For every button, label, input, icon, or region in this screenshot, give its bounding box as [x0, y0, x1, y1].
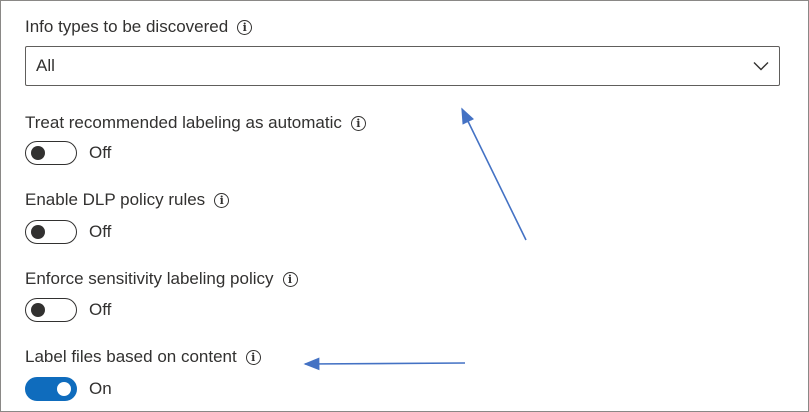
toggle-knob: [57, 382, 71, 396]
info-types-selected-value: All: [36, 56, 55, 75]
chevron-down-icon: [753, 62, 769, 71]
enable-dlp-toggle-row: Off: [25, 220, 111, 244]
toggle-knob: [31, 303, 45, 317]
enforce-sensitivity-state: Off: [89, 300, 112, 319]
treat-recommended-toggle-row: Off: [25, 141, 111, 165]
enable-dlp-label: Enable DLP policy rules: [25, 190, 206, 209]
annotation-arrow-dropdown: [461, 107, 527, 241]
label-files-state: On: [89, 379, 112, 398]
annotation-arrow-label-files: [303, 357, 466, 371]
info-icon[interactable]: i: [282, 271, 298, 287]
label-files-toggle[interactable]: [25, 377, 77, 401]
info-types-label: Info types to be discovered: [25, 17, 229, 36]
toggle-knob: [31, 225, 45, 239]
enforce-sensitivity-toggle-row: Off: [25, 298, 111, 322]
enable-dlp-label-row: Enable DLP policy rules i: [25, 190, 230, 210]
treat-recommended-label: Treat recommended labeling as automatic: [25, 113, 342, 132]
label-files-toggle-row: On: [25, 377, 112, 401]
enforce-sensitivity-label-row: Enforce sensitivity labeling policy i: [25, 269, 298, 289]
info-types-label-row: Info types to be discovered i: [25, 17, 253, 37]
label-files-label: Label files based on content: [25, 347, 237, 366]
settings-panel: Info types to be discovered i All Treat …: [0, 0, 809, 412]
treat-recommended-state: Off: [89, 143, 112, 162]
info-icon[interactable]: i: [350, 115, 366, 131]
treat-recommended-toggle[interactable]: [25, 141, 77, 165]
label-files-label-row: Label files based on content i: [25, 347, 261, 367]
info-icon[interactable]: i: [245, 349, 261, 365]
toggle-knob: [31, 146, 45, 160]
info-types-dropdown[interactable]: All: [25, 46, 780, 86]
enable-dlp-toggle[interactable]: [25, 220, 77, 244]
treat-recommended-label-row: Treat recommended labeling as automatic …: [25, 113, 366, 133]
info-icon[interactable]: i: [214, 192, 230, 208]
info-icon[interactable]: i: [237, 19, 253, 35]
enforce-sensitivity-toggle[interactable]: [25, 298, 77, 322]
enforce-sensitivity-label: Enforce sensitivity labeling policy: [25, 269, 274, 288]
enable-dlp-state: Off: [89, 222, 112, 241]
